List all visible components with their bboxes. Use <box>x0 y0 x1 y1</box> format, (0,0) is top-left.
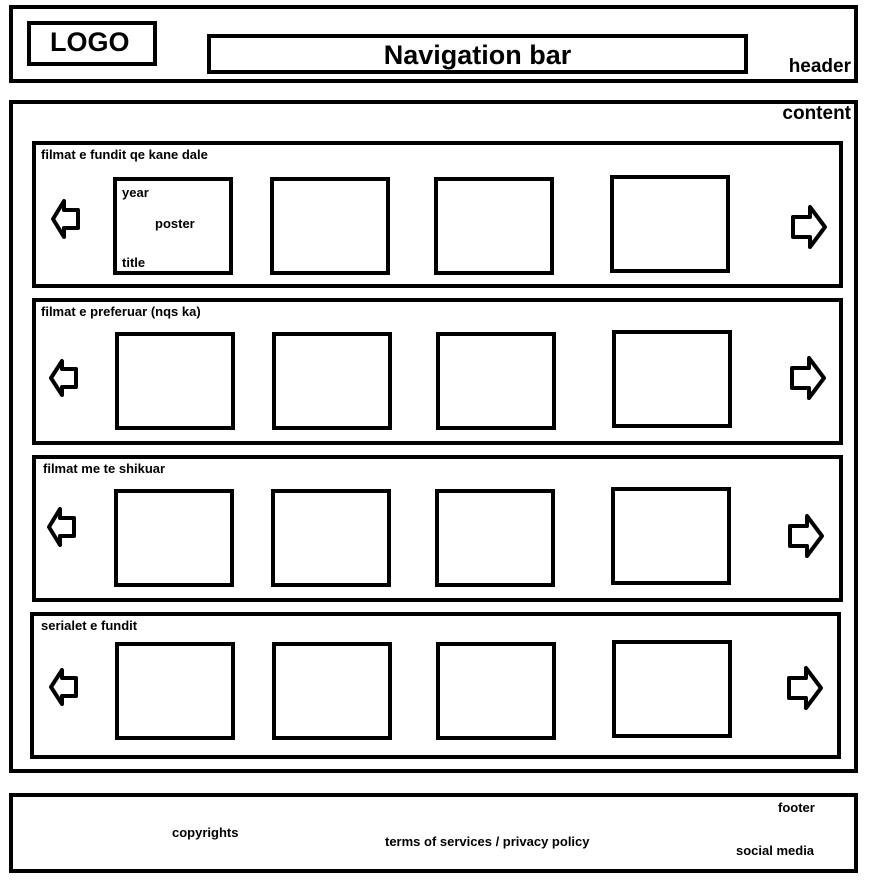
arrow-left-icon[interactable] <box>46 505 78 549</box>
footer-label: footer <box>778 800 815 815</box>
logo-text: LOGO <box>50 27 130 57</box>
logo[interactable]: LOGO <box>27 21 157 66</box>
poster-year: year <box>122 185 149 200</box>
poster-card[interactable] <box>611 487 731 585</box>
poster-card[interactable]: year poster title <box>113 177 233 275</box>
poster-card[interactable] <box>272 332 392 430</box>
poster-card[interactable] <box>435 489 555 587</box>
content-label: content <box>782 103 851 124</box>
poster-card[interactable] <box>610 175 730 273</box>
poster-card[interactable] <box>436 332 556 430</box>
poster-card[interactable] <box>114 489 234 587</box>
poster-title: title <box>122 255 146 270</box>
arrow-right-icon[interactable] <box>786 664 824 712</box>
terms-privacy-link[interactable]: terms of services / privacy policy <box>385 834 590 849</box>
row-title: serialet e fundit <box>41 618 138 633</box>
poster-card[interactable] <box>271 489 391 587</box>
arrow-left-icon[interactable] <box>48 666 80 708</box>
poster-card[interactable] <box>436 642 556 740</box>
row-title: filmat me te shikuar <box>43 461 166 476</box>
arrow-left-icon[interactable] <box>50 197 82 241</box>
arrow-right-icon[interactable] <box>787 512 825 560</box>
footer-section <box>9 793 858 873</box>
row-title: filmat e preferuar (nqs ka) <box>41 304 201 319</box>
arrow-left-icon[interactable] <box>48 357 80 399</box>
header-label: header <box>788 56 851 77</box>
poster-card[interactable] <box>272 642 392 740</box>
poster-card[interactable] <box>115 332 235 430</box>
navigation-bar-label: Navigation bar <box>383 40 572 70</box>
navigation-bar[interactable]: Navigation bar <box>207 34 748 74</box>
poster-image-label: poster <box>155 216 195 231</box>
poster-card[interactable] <box>612 640 732 738</box>
poster-card[interactable] <box>270 177 390 275</box>
poster-card[interactable] <box>434 177 554 275</box>
arrow-right-icon[interactable] <box>789 354 827 402</box>
poster-card[interactable] <box>115 642 235 740</box>
row-title: filmat e fundit qe kane dale <box>41 147 208 162</box>
social-media-links[interactable]: social media <box>736 843 814 858</box>
copyrights-text: copyrights <box>172 825 239 840</box>
poster-card[interactable] <box>612 330 732 428</box>
arrow-right-icon[interactable] <box>790 203 828 251</box>
